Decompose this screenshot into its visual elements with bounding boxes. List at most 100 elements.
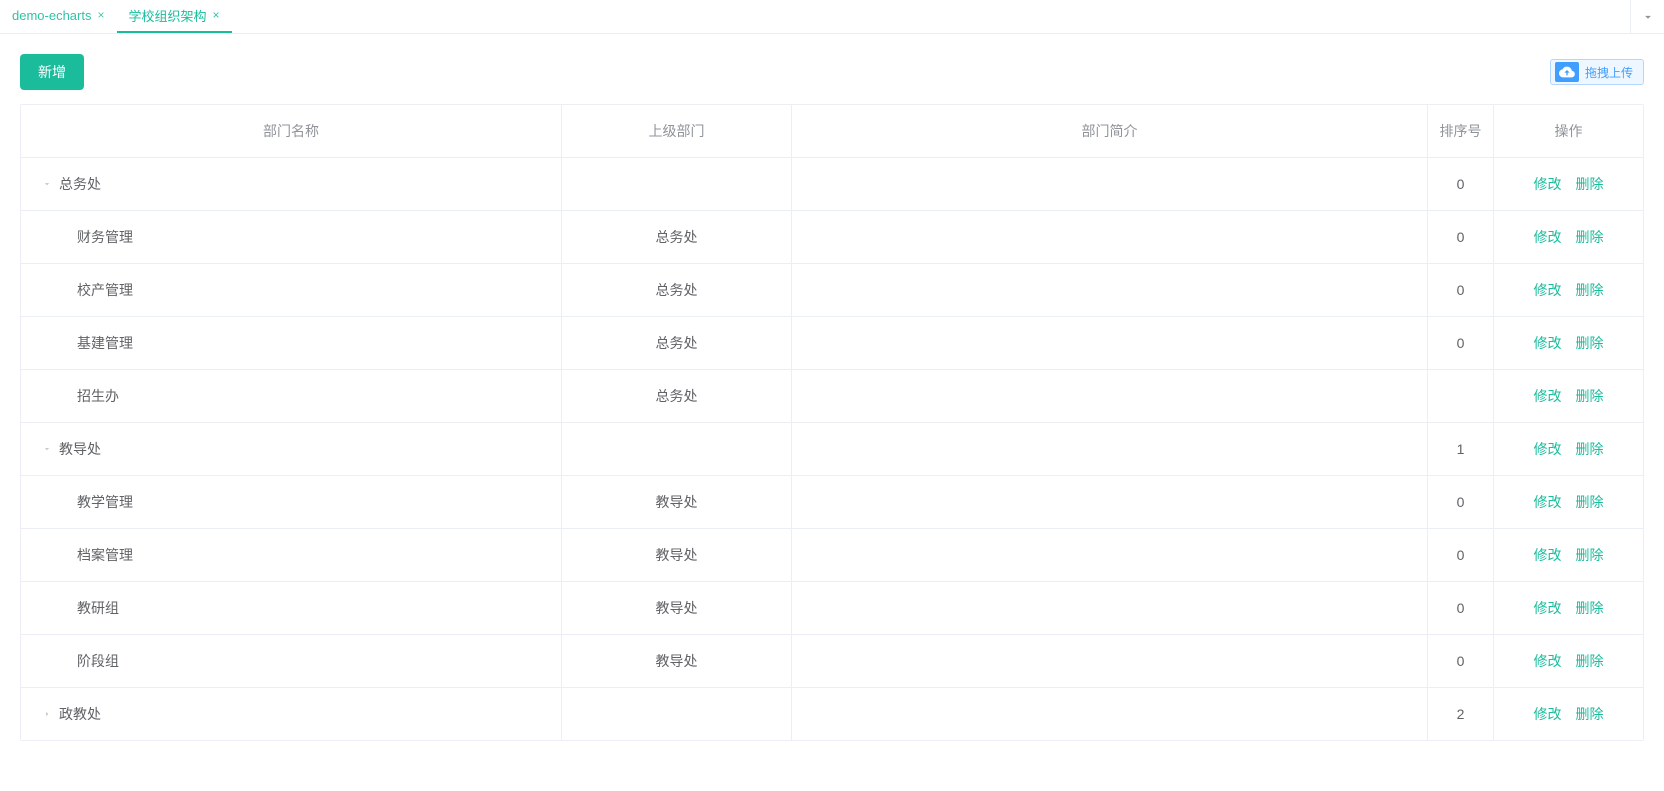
edit-link[interactable]: 修改: [1530, 545, 1566, 565]
cell-order: 0: [1427, 158, 1493, 210]
cell-parent: 总务处: [561, 317, 791, 369]
delete-link[interactable]: 删除: [1572, 386, 1608, 406]
add-button[interactable]: 新增: [20, 54, 84, 90]
tab-label: 学校组织架构: [129, 6, 207, 25]
table-row: 教导处1修改删除: [21, 423, 1643, 476]
delete-link[interactable]: 删除: [1572, 704, 1608, 724]
cell-parent: 总务处: [561, 211, 791, 263]
cell-desc: [791, 582, 1427, 634]
edit-link[interactable]: 修改: [1530, 227, 1566, 247]
drag-upload-label: 拖拽上传: [1585, 64, 1633, 81]
cell-name: 教导处: [21, 423, 561, 475]
dept-name-text: 档案管理: [77, 545, 133, 565]
cell-parent: 总务处: [561, 370, 791, 422]
edit-link[interactable]: 修改: [1530, 174, 1566, 194]
cell-ops: 修改删除: [1493, 370, 1643, 422]
cell-ops: 修改删除: [1493, 423, 1643, 475]
cell-desc: [791, 317, 1427, 369]
table-row: 阶段组 教导处 0 修改删除: [21, 635, 1643, 688]
cloud-upload-icon: [1555, 62, 1579, 82]
edit-link[interactable]: 修改: [1530, 651, 1566, 671]
table-row: 教学管理教导处0修改删除: [21, 476, 1643, 529]
cell-desc: [791, 264, 1427, 316]
cell-order: 0: [1427, 211, 1493, 263]
chevron-right-icon[interactable]: [39, 706, 55, 722]
tab-0[interactable]: demo-echarts×: [0, 0, 117, 33]
table-row: 招生办 总务处 修改删除: [21, 370, 1643, 423]
edit-link[interactable]: 修改: [1530, 492, 1566, 512]
chevron-down-icon[interactable]: [39, 176, 55, 192]
dept-name-text: 财务管理: [77, 227, 133, 247]
dept-name-text: 招生办: [77, 386, 119, 406]
delete-link[interactable]: 删除: [1572, 651, 1608, 671]
cell-order: 0: [1427, 476, 1493, 528]
delete-link[interactable]: 删除: [1572, 227, 1608, 247]
delete-link[interactable]: 删除: [1572, 545, 1608, 565]
cell-parent: 教导处: [561, 635, 791, 687]
cell-desc: [791, 211, 1427, 263]
col-header-ops: 操作: [1493, 105, 1643, 157]
cell-parent: 教导处: [561, 529, 791, 581]
dept-name-text: 总务处: [59, 174, 101, 194]
dept-name-text: 阶段组: [77, 651, 119, 671]
edit-link[interactable]: 修改: [1530, 333, 1566, 353]
edit-link[interactable]: 修改: [1530, 704, 1566, 724]
cell-order: 0: [1427, 529, 1493, 581]
cell-order: 0: [1427, 635, 1493, 687]
tabs-bar: demo-echarts× 学校组织架构 ×: [0, 0, 1664, 34]
table-row: 财务管理 总务处 0 修改删除: [21, 211, 1643, 264]
dept-name-text: 教导处: [59, 439, 101, 459]
col-header-name: 部门名称: [21, 105, 561, 157]
table-row: 总务处 0 修改删除: [21, 158, 1643, 211]
cell-desc: [791, 370, 1427, 422]
col-header-order: 排序号: [1427, 105, 1493, 157]
close-icon[interactable]: ×: [97, 9, 104, 21]
cell-name: 基建管理: [21, 317, 561, 369]
col-header-desc: 部门简介: [791, 105, 1427, 157]
table-row: 教研组教导处0修改删除: [21, 582, 1643, 635]
delete-link[interactable]: 删除: [1572, 598, 1608, 618]
edit-link[interactable]: 修改: [1530, 439, 1566, 459]
cell-ops: 修改删除: [1493, 476, 1643, 528]
table-row: 校产管理总务处0修改删除: [21, 264, 1643, 317]
tabs-overflow-button[interactable]: [1630, 0, 1664, 33]
cell-order: 2: [1427, 688, 1493, 740]
cell-order: 1: [1427, 423, 1493, 475]
cell-name: 财务管理: [21, 211, 561, 263]
delete-link[interactable]: 删除: [1572, 439, 1608, 459]
cell-name: 档案管理: [21, 529, 561, 581]
table-row: 档案管理 教导处 0 修改删除: [21, 529, 1643, 582]
tab-1[interactable]: 学校组织架构 ×: [117, 0, 232, 33]
table-header: 部门名称 上级部门 部门简介 排序号 操作: [21, 105, 1643, 158]
cell-order: [1427, 370, 1493, 422]
drag-upload-button[interactable]: 拖拽上传: [1550, 59, 1644, 85]
cell-name: 校产管理: [21, 264, 561, 316]
edit-link[interactable]: 修改: [1530, 598, 1566, 618]
cell-ops: 修改删除: [1493, 582, 1643, 634]
cell-name: 教研组: [21, 582, 561, 634]
delete-link[interactable]: 删除: [1572, 333, 1608, 353]
edit-link[interactable]: 修改: [1530, 386, 1566, 406]
chevron-down-icon[interactable]: [39, 441, 55, 457]
org-table: 部门名称 上级部门 部门简介 排序号 操作 总务处0修改删除财务管理总务处0修改…: [20, 104, 1644, 741]
cell-parent: [561, 423, 791, 475]
dept-name-text: 政教处: [59, 704, 101, 724]
cell-parent: [561, 158, 791, 210]
delete-link[interactable]: 删除: [1572, 280, 1608, 300]
cell-ops: 修改删除: [1493, 317, 1643, 369]
cell-name: 教学管理: [21, 476, 561, 528]
dept-name-text: 教学管理: [77, 492, 133, 512]
col-header-parent: 上级部门: [561, 105, 791, 157]
cell-order: 0: [1427, 264, 1493, 316]
cell-parent: [561, 688, 791, 740]
cell-parent: 教导处: [561, 582, 791, 634]
edit-link[interactable]: 修改: [1530, 280, 1566, 300]
cell-order: 0: [1427, 317, 1493, 369]
close-icon[interactable]: ×: [213, 9, 220, 21]
cell-parent: 教导处: [561, 476, 791, 528]
cell-ops: 修改删除: [1493, 264, 1643, 316]
dept-name-text: 校产管理: [77, 280, 133, 300]
delete-link[interactable]: 删除: [1572, 492, 1608, 512]
chevron-down-icon: [1641, 10, 1655, 24]
delete-link[interactable]: 删除: [1572, 174, 1608, 194]
